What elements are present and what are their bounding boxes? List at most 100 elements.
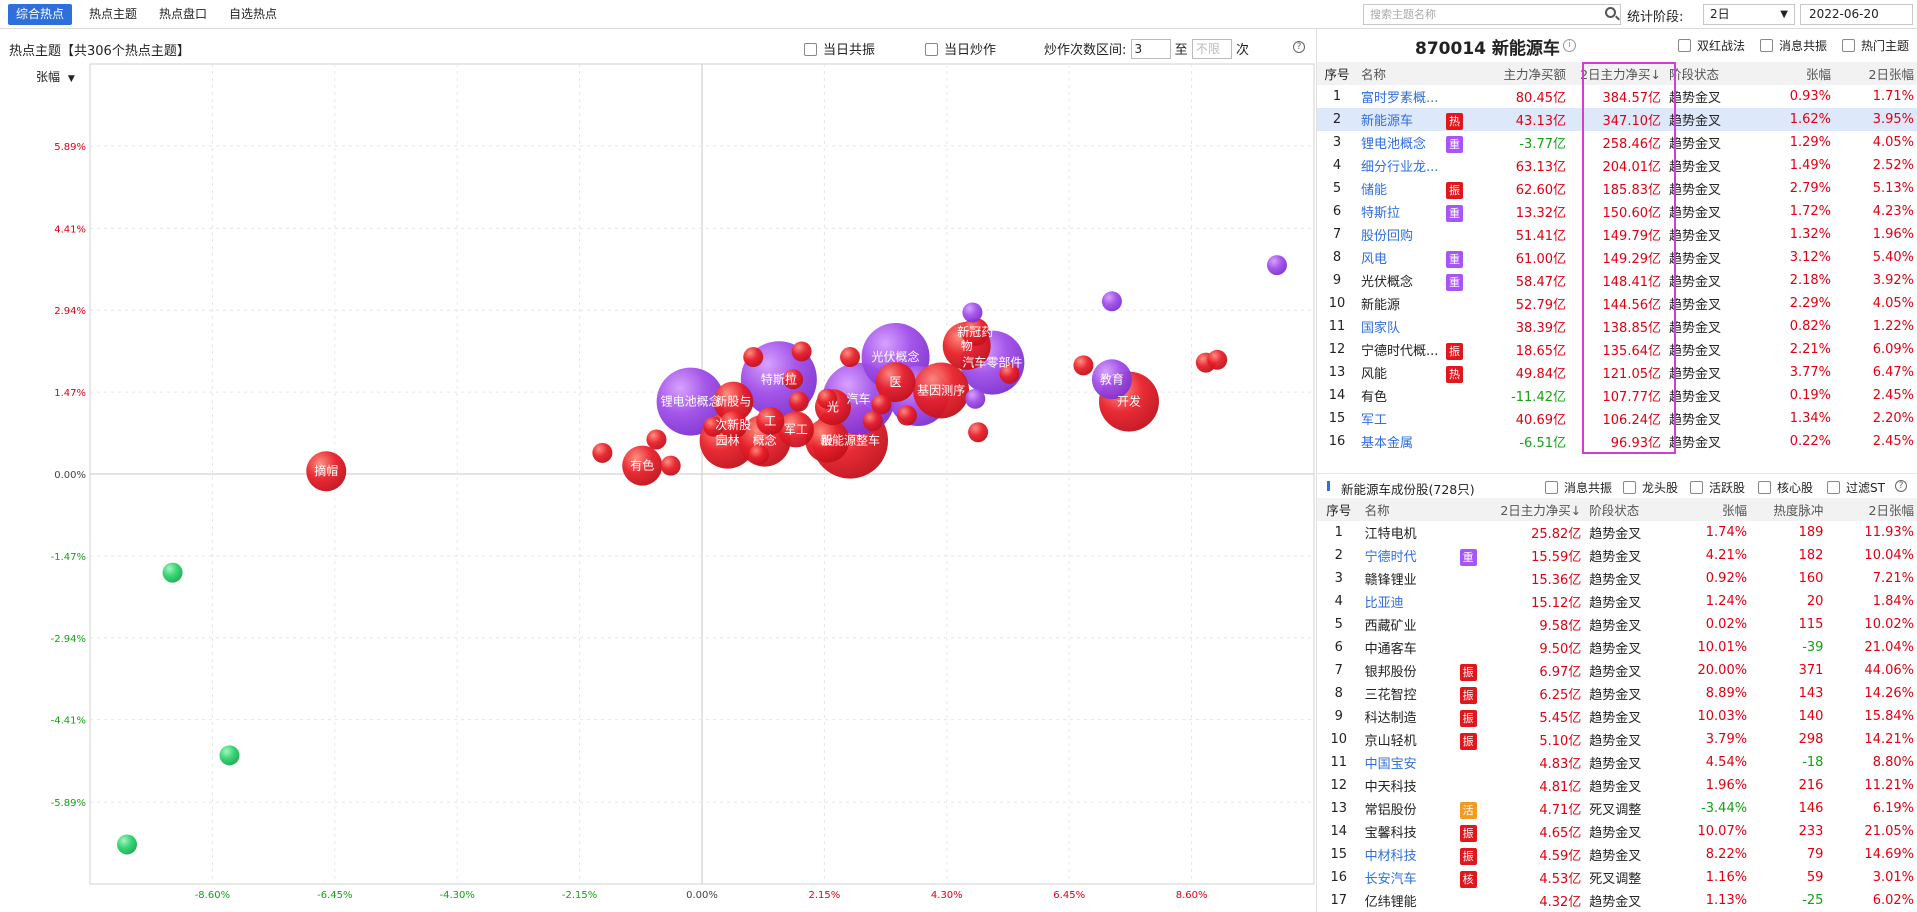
- checkbox-box[interactable]: [804, 43, 817, 56]
- topic-bubble[interactable]: [965, 388, 986, 409]
- name-cell[interactable]: 储能 振: [1357, 177, 1467, 200]
- name-cell[interactable]: 国家队: [1357, 315, 1467, 338]
- name-cell[interactable]: 赣锋锂业: [1361, 567, 1481, 590]
- name-cell[interactable]: 光伏概念 重: [1357, 269, 1467, 292]
- date-input[interactable]: 2022-06-20: [1800, 4, 1913, 25]
- double-red-checkbox[interactable]: 双红战法: [1678, 37, 1745, 54]
- topic-bubble[interactable]: [840, 347, 861, 368]
- tab-watchlist-hot[interactable]: 自选热点: [221, 4, 285, 25]
- topic-bubble[interactable]: [646, 429, 667, 450]
- core-stock-filter[interactable]: 核心股: [1758, 479, 1813, 496]
- table-row[interactable]: 11 中国宝安 4.83亿 趋势金叉 4.54% -18 8.80%: [1317, 751, 1917, 774]
- table-row[interactable]: 2 宁德时代 重 15.59亿 趋势金叉 4.21% 182 10.04%: [1317, 544, 1917, 567]
- name-text[interactable]: 科达制造: [1365, 711, 1417, 726]
- name-cell[interactable]: 中天科技: [1361, 774, 1481, 797]
- table-row[interactable]: 1 富时罗素概... 80.45亿 384.57亿 趋势金叉 0.93% 1.71%: [1317, 85, 1917, 108]
- col-stage-state[interactable]: 阶段状态: [1585, 498, 1672, 521]
- table-row[interactable]: 7 银邦股份 振 6.97亿 趋势金叉 20.00% 371 44.06%: [1317, 659, 1917, 682]
- table-row[interactable]: 10 新能源 52.79亿 144.56亿 趋势金叉 2.29% 4.05%: [1317, 292, 1917, 315]
- topic-bubble[interactable]: [660, 455, 681, 476]
- table-row[interactable]: 3 赣锋锂业 15.36亿 趋势金叉 0.92% 160 7.21%: [1317, 567, 1917, 590]
- name-text[interactable]: 风电: [1361, 252, 1387, 267]
- name-text[interactable]: 国家队: [1361, 321, 1400, 336]
- name-text[interactable]: 锂电池概念: [1361, 137, 1426, 152]
- table-row[interactable]: 15 中材科技 振 4.59亿 趋势金叉 8.22% 79 14.69%: [1317, 843, 1917, 866]
- news-resonance-filter[interactable]: 消息共振: [1545, 479, 1612, 496]
- checkbox-box[interactable]: [1760, 39, 1773, 52]
- filter-st-checkbox[interactable]: 过滤ST: [1827, 479, 1885, 496]
- topic-bubble[interactable]: [1266, 255, 1287, 276]
- topic-search-input[interactable]: 搜索主题名称: [1363, 4, 1621, 25]
- name-cell[interactable]: 西藏矿业: [1361, 613, 1481, 636]
- name-text[interactable]: 常铝股份: [1365, 803, 1417, 818]
- table-row[interactable]: 9 光伏概念 重 58.47亿 148.41亿 趋势金叉 2.18% 3.92%: [1317, 269, 1917, 292]
- name-cell[interactable]: 新能源: [1357, 292, 1467, 315]
- table-row[interactable]: 16 基本金属 -6.51亿 96.93亿 趋势金叉 0.22% 2.45%: [1317, 430, 1917, 453]
- col-2d-net-buy[interactable]: 2日主力净买↓: [1481, 498, 1586, 521]
- table-row[interactable]: 9 科达制造 振 5.45亿 趋势金叉 10.03% 140 15.84%: [1317, 705, 1917, 728]
- tab-hot-topics[interactable]: 热点主题: [81, 4, 145, 25]
- same-day-hype-checkbox[interactable]: 当日炒作: [925, 39, 996, 58]
- name-cell[interactable]: 新能源车 热: [1357, 108, 1467, 131]
- name-cell[interactable]: 中材科技 振: [1361, 843, 1481, 866]
- table-row[interactable]: 5 西藏矿业 9.58亿 趋势金叉 0.02% 115 10.02%: [1317, 613, 1917, 636]
- topic-bubble[interactable]: [1101, 291, 1122, 312]
- table-row[interactable]: 13 常铝股份 活 4.71亿 死叉调整 -3.44% 146 6.19%: [1317, 797, 1917, 820]
- name-cell[interactable]: 常铝股份 活: [1361, 797, 1481, 820]
- checkbox-box[interactable]: [1758, 481, 1771, 494]
- name-cell[interactable]: 宝馨科技 振: [1361, 820, 1481, 843]
- table-row[interactable]: 4 比亚迪 15.12亿 趋势金叉 1.24% 20 1.84%: [1317, 590, 1917, 613]
- name-text[interactable]: 中材科技: [1365, 849, 1417, 864]
- name-text[interactable]: 细分行业龙...: [1361, 160, 1438, 175]
- name-text[interactable]: 中通客车: [1365, 642, 1417, 657]
- name-cell[interactable]: 三花智控 振: [1361, 682, 1481, 705]
- name-text[interactable]: 银邦股份: [1365, 665, 1417, 680]
- table-row[interactable]: 14 有色 -11.42亿 107.77亿 趋势金叉 0.19% 2.45%: [1317, 384, 1917, 407]
- topic-bubble[interactable]: [1207, 349, 1228, 370]
- active-stock-filter[interactable]: 活跃股: [1690, 479, 1745, 496]
- table-row[interactable]: 17 亿纬锂能 4.32亿 趋势金叉 1.13% -25 6.02%: [1317, 889, 1917, 912]
- col-2d-change[interactable]: 2日张幅: [1835, 62, 1917, 85]
- table-row[interactable]: 8 三花智控 振 6.25亿 趋势金叉 8.89% 143 14.26%: [1317, 682, 1917, 705]
- name-cell[interactable]: 科达制造 振: [1361, 705, 1481, 728]
- name-cell[interactable]: 宁德时代 重: [1361, 544, 1481, 567]
- topic-bubble[interactable]: [592, 442, 613, 463]
- table-row[interactable]: 12 宁德时代概... 振 18.65亿 135.64亿 趋势金叉 2.21% 6.09%: [1317, 338, 1917, 361]
- table-row[interactable]: 5 储能 振 62.60亿 185.83亿 趋势金叉 2.79% 5.13%: [1317, 177, 1917, 200]
- checkbox-box[interactable]: [1678, 39, 1691, 52]
- name-cell[interactable]: 有色: [1357, 384, 1467, 407]
- name-cell[interactable]: 富时罗素概...: [1357, 85, 1467, 108]
- topic-bubble[interactable]: [743, 347, 764, 368]
- tab-comprehensive-hot[interactable]: 综合热点: [8, 4, 73, 25]
- help-icon[interactable]: ?: [1293, 41, 1305, 53]
- table-row[interactable]: 3 锂电池概念 重 -3.77亿 258.46亿 趋势金叉 1.29% 4.05%: [1317, 131, 1917, 154]
- checkbox-box[interactable]: [1827, 481, 1840, 494]
- table-row[interactable]: 16 长安汽车 核 4.53亿 死叉调整 1.16% 59 3.01%: [1317, 866, 1917, 889]
- table-row[interactable]: 2 新能源车 热 43.13亿 347.10亿 趋势金叉 1.62% 3.95%: [1317, 108, 1917, 131]
- col-heat-pulse[interactable]: 热度脉冲: [1751, 498, 1827, 521]
- name-cell[interactable]: 基本金属: [1357, 430, 1467, 453]
- name-text[interactable]: 风能: [1361, 367, 1387, 382]
- name-cell[interactable]: 军工: [1357, 407, 1467, 430]
- topic-bubble[interactable]: [1073, 355, 1094, 376]
- name-text[interactable]: 军工: [1361, 413, 1387, 428]
- name-cell[interactable]: 京山轻机 振: [1361, 728, 1481, 751]
- table-row[interactable]: 10 京山轻机 振 5.10亿 趋势金叉 3.79% 298 14.21%: [1317, 728, 1917, 751]
- checkbox-box[interactable]: [1545, 481, 1558, 494]
- checkbox-box[interactable]: [925, 43, 938, 56]
- name-cell[interactable]: 江特电机: [1361, 521, 1481, 544]
- topic-bubble[interactable]: [219, 745, 240, 766]
- search-icon[interactable]: [1605, 7, 1616, 18]
- name-text[interactable]: 有色: [1361, 390, 1387, 405]
- name-cell[interactable]: 比亚迪: [1361, 590, 1481, 613]
- name-text[interactable]: 赣锋锂业: [1365, 573, 1417, 588]
- info-icon[interactable]: i: [1563, 39, 1576, 52]
- col-net-buy[interactable]: 主力净买额: [1467, 62, 1570, 85]
- name-cell[interactable]: 特斯拉 重: [1357, 200, 1467, 223]
- name-text[interactable]: 股份回购: [1361, 229, 1413, 244]
- name-text[interactable]: 长安汽车: [1365, 872, 1417, 887]
- leader-stock-filter[interactable]: 龙头股: [1623, 479, 1678, 496]
- name-text[interactable]: 宝馨科技: [1365, 826, 1417, 841]
- name-cell[interactable]: 长安汽车 核: [1361, 866, 1481, 889]
- table-row[interactable]: 6 特斯拉 重 13.32亿 150.60亿 趋势金叉 1.72% 4.23%: [1317, 200, 1917, 223]
